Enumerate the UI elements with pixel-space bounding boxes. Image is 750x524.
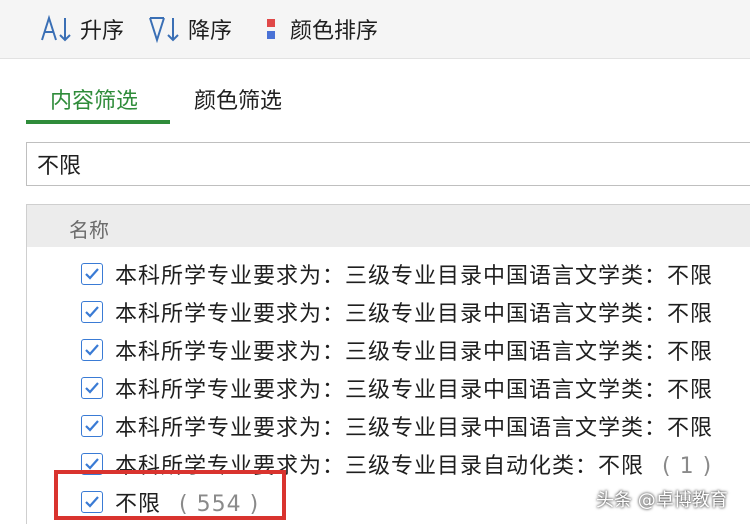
filter-tabs: 内容筛选 颜色筛选 xyxy=(0,58,750,128)
list-item-label: 本科所学专业要求为：三级专业目录中国语言文学类：不限 xyxy=(115,340,714,365)
sort-descending-icon xyxy=(149,17,179,44)
checkbox-checked[interactable] xyxy=(81,301,103,323)
highlight-box xyxy=(54,470,286,520)
active-tab-indicator xyxy=(26,120,170,124)
list-item-label: 本科所学专业要求为：三级专业目录中国语言文学类：不限 xyxy=(115,264,714,289)
list-item[interactable]: 本科所学专业要求为：三级专业目录中国语言文学类：不限 xyxy=(27,293,750,331)
list-item-label: 本科所学专业要求为：三级专业目录中国语言文学类：不限 xyxy=(115,302,714,327)
checkbox-checked[interactable] xyxy=(81,415,103,437)
filter-search-input[interactable] xyxy=(26,142,750,186)
checkmark-icon xyxy=(85,344,99,356)
list-item[interactable]: 本科所学专业要求为：三级专业目录中国语言文学类：不限 xyxy=(27,255,750,293)
list-header-label: 名称 xyxy=(69,218,109,242)
sort-ascending-label: 升序 xyxy=(80,19,125,44)
checkbox-checked[interactable] xyxy=(81,339,103,361)
list-item[interactable]: 本科所学专业要求为：三级专业目录中国语言文学类：不限 xyxy=(27,407,750,445)
tab-color-filter[interactable]: 颜色筛选 xyxy=(194,84,282,120)
checkmark-icon xyxy=(85,382,99,394)
checkmark-icon xyxy=(85,268,99,280)
color-sort-icon xyxy=(267,19,275,39)
list-item-label: 本科所学专业要求为：三级专业目录中国语言文学类：不限 xyxy=(115,416,714,441)
color-sort-label: 颜色排序 xyxy=(290,19,379,44)
checkbox-checked[interactable] xyxy=(81,263,103,285)
checkmark-icon xyxy=(85,306,99,318)
sort-descending-label: 降序 xyxy=(188,19,233,44)
checkmark-icon xyxy=(85,420,99,432)
sort-toolbar: 升序 降序 颜色排序 xyxy=(0,0,750,59)
sort-descending-button[interactable]: 降序 xyxy=(146,12,232,46)
sort-ascending-button[interactable]: 升序 xyxy=(38,12,124,46)
sort-ascending-icon xyxy=(41,14,71,42)
list-item-label: 本科所学专业要求为：三级专业目录中国语言文学类：不限 xyxy=(115,378,714,403)
tab-content-filter[interactable]: 内容筛选 xyxy=(50,84,138,120)
watermark: 头条 @卓博教育 xyxy=(596,490,728,511)
list-header: 名称 xyxy=(27,205,750,247)
checkbox-checked[interactable] xyxy=(81,377,103,399)
list-item[interactable]: 本科所学专业要求为：三级专业目录中国语言文学类：不限 xyxy=(27,369,750,407)
color-sort-button[interactable]: 颜色排序 xyxy=(262,12,378,46)
list-item[interactable]: 本科所学专业要求为：三级专业目录中国语言文学类：不限 xyxy=(27,331,750,369)
list-item-count: ( 1 ) xyxy=(662,454,713,479)
